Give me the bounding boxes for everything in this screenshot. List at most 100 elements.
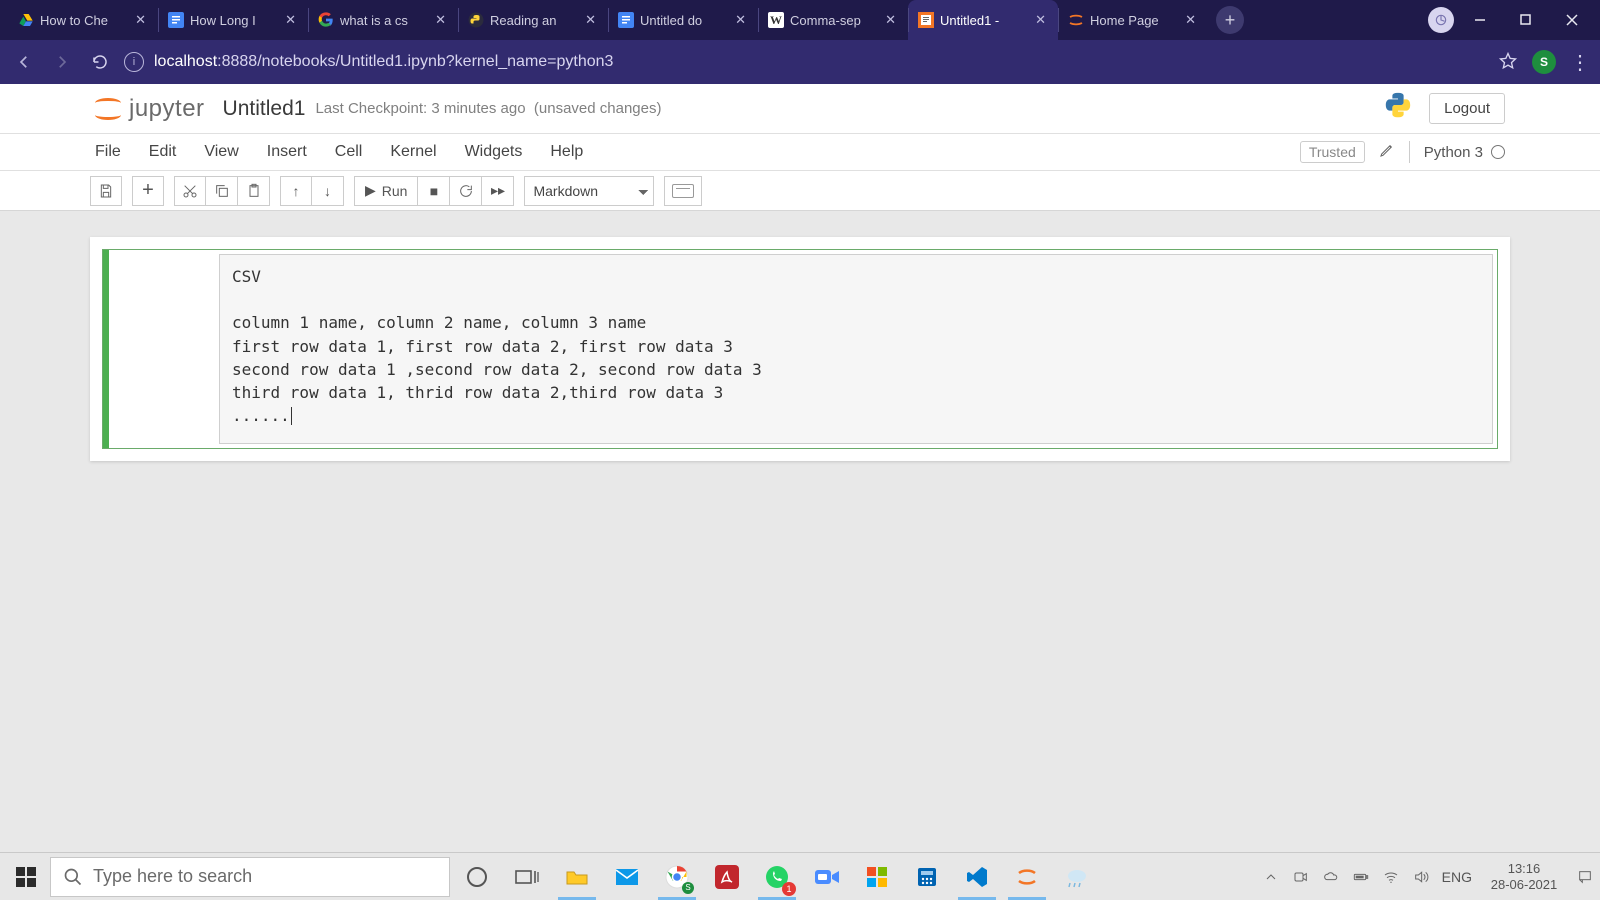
profile-badge[interactable]: S — [1532, 50, 1556, 74]
browser-tab[interactable]: what is a cs ✕ — [308, 0, 458, 40]
ms-store-icon[interactable] — [854, 854, 900, 900]
battery-icon[interactable] — [1352, 868, 1370, 886]
run-button[interactable]: ▶Run — [354, 176, 418, 206]
markdown-cell[interactable]: CSV column 1 name, column 2 name, column… — [102, 249, 1498, 449]
mail-icon[interactable] — [604, 854, 650, 900]
nav-back-button[interactable] — [10, 48, 38, 76]
tab-title: Home Page — [1090, 13, 1177, 28]
clock[interactable]: 13:1628-06-2021 — [1484, 861, 1564, 892]
task-view-icon[interactable] — [504, 854, 550, 900]
browser-tab[interactable]: Untitled1 -✕ — [908, 0, 1058, 40]
jupyter-logo[interactable]: jupyter — [95, 95, 205, 123]
language-indicator[interactable]: ENG — [1442, 869, 1472, 885]
tab-close-icon[interactable]: ✕ — [1183, 12, 1198, 28]
window-minimize-button[interactable] — [1460, 0, 1500, 40]
cell-type-select[interactable]: Markdown — [524, 176, 654, 206]
menu-kernel[interactable]: Kernel — [390, 143, 436, 161]
calculator-icon[interactable] — [904, 854, 950, 900]
jupyter2-favicon-icon — [1068, 12, 1084, 28]
nav-forward-button[interactable] — [48, 48, 76, 76]
jupyter-favicon-icon — [918, 12, 934, 28]
meet-now-icon[interactable] — [1292, 868, 1310, 886]
search-icon — [63, 867, 83, 887]
command-palette-button[interactable] — [664, 176, 702, 206]
save-button[interactable] — [90, 176, 122, 206]
insert-cell-button[interactable]: + — [132, 176, 164, 206]
interrupt-button[interactable]: ■ — [418, 176, 450, 206]
trusted-indicator[interactable]: Trusted — [1300, 141, 1365, 163]
browser-tab[interactable]: WComma-sep✕ — [758, 0, 908, 40]
site-info-icon[interactable]: i — [124, 52, 144, 72]
tab-title: How Long I — [190, 13, 277, 28]
vscode-icon[interactable] — [954, 854, 1000, 900]
move-down-button[interactable]: ↓ — [312, 176, 344, 206]
menu-file[interactable]: File — [95, 143, 121, 161]
menu-help[interactable]: Help — [550, 143, 583, 161]
url-text[interactable]: localhost:8888/notebooks/Untitled1.ipynb… — [154, 53, 613, 71]
kernel-indicator[interactable]: Python 3 — [1424, 144, 1505, 161]
tab-close-icon[interactable]: ✕ — [283, 12, 298, 28]
bookmark-star-icon[interactable] — [1498, 51, 1518, 74]
jupyter-header: jupyter Untitled1 Last Checkpoint: 3 min… — [0, 84, 1600, 134]
browser-tab[interactable]: How Long I ✕ — [158, 0, 308, 40]
tab-close-icon[interactable]: ✕ — [433, 12, 448, 28]
copy-button[interactable] — [206, 176, 238, 206]
zoom-icon[interactable] — [804, 854, 850, 900]
window-maximize-button[interactable] — [1506, 0, 1546, 40]
play-icon: ▶ — [365, 182, 376, 199]
start-button[interactable] — [6, 857, 46, 897]
paste-button[interactable] — [238, 176, 270, 206]
nav-reload-button[interactable] — [86, 48, 114, 76]
cell-source-editor[interactable]: CSV column 1 name, column 2 name, column… — [219, 254, 1493, 444]
menu-edit[interactable]: Edit — [149, 143, 177, 161]
docs-favicon-icon — [618, 12, 634, 28]
new-tab-button[interactable]: + — [1216, 6, 1244, 34]
restart-button[interactable] — [450, 176, 482, 206]
browser-tab[interactable]: Home Page ✕ — [1058, 0, 1208, 40]
menu-view[interactable]: View — [204, 143, 238, 161]
taskbar-search[interactable]: Type here to search — [50, 857, 450, 897]
windows-taskbar: Type here to search S 1 ENG 13:1628-06-2… — [0, 852, 1600, 900]
onedrive-icon[interactable] — [1322, 868, 1340, 886]
cortana-icon[interactable] — [454, 854, 500, 900]
tab-close-icon[interactable]: ✕ — [583, 12, 598, 28]
restart-run-all-button[interactable]: ▸▸ — [482, 176, 514, 206]
window-close-button[interactable] — [1552, 0, 1592, 40]
menu-widgets[interactable]: Widgets — [465, 143, 523, 161]
menu-cell[interactable]: Cell — [335, 143, 363, 161]
tab-close-icon[interactable]: ✕ — [883, 12, 898, 28]
edit-icon[interactable] — [1379, 142, 1395, 163]
volume-icon[interactable] — [1412, 868, 1430, 886]
browser-profile-avatar[interactable] — [1428, 7, 1454, 33]
tray-chevron-icon[interactable] — [1262, 868, 1280, 886]
acrobat-icon[interactable] — [704, 854, 750, 900]
browser-tab[interactable]: Reading an✕ — [458, 0, 608, 40]
wifi-icon[interactable] — [1382, 868, 1400, 886]
file-explorer-icon[interactable] — [554, 854, 600, 900]
whatsapp-icon[interactable]: 1 — [754, 854, 800, 900]
windows-logo-icon — [16, 867, 36, 887]
search-placeholder: Type here to search — [93, 866, 252, 887]
browser-tab[interactable]: How to Che✕ — [8, 0, 158, 40]
jupyter-taskbar-icon[interactable] — [1004, 854, 1050, 900]
checkpoint-text: Last Checkpoint: 3 minutes ago (unsaved … — [315, 100, 661, 117]
tab-title: what is a cs — [340, 13, 427, 28]
browser-address-bar: i localhost:8888/notebooks/Untitled1.ipy… — [0, 40, 1600, 84]
notebook-title[interactable]: Untitled1 — [223, 97, 306, 121]
tab-close-icon[interactable]: ✕ — [1033, 12, 1048, 28]
chrome-icon[interactable]: S — [654, 854, 700, 900]
browser-tab[interactable]: Untitled do✕ — [608, 0, 758, 40]
logout-button[interactable]: Logout — [1429, 93, 1505, 124]
tab-close-icon[interactable]: ✕ — [133, 12, 148, 28]
move-up-button[interactable]: ↑ — [280, 176, 312, 206]
menu-insert[interactable]: Insert — [267, 143, 307, 161]
browser-menu-icon[interactable]: ⋮ — [1570, 50, 1590, 75]
jupyter-menu-bar: FileEditViewInsertCellKernelWidgetsHelp … — [0, 134, 1600, 171]
python-logo-icon — [1383, 90, 1413, 127]
tab-close-icon[interactable]: ✕ — [733, 12, 748, 28]
keyboard-icon — [672, 184, 694, 198]
notifications-icon[interactable] — [1576, 868, 1594, 886]
cut-button[interactable] — [174, 176, 206, 206]
kernel-status-icon — [1491, 145, 1505, 159]
weather-icon[interactable] — [1054, 854, 1100, 900]
